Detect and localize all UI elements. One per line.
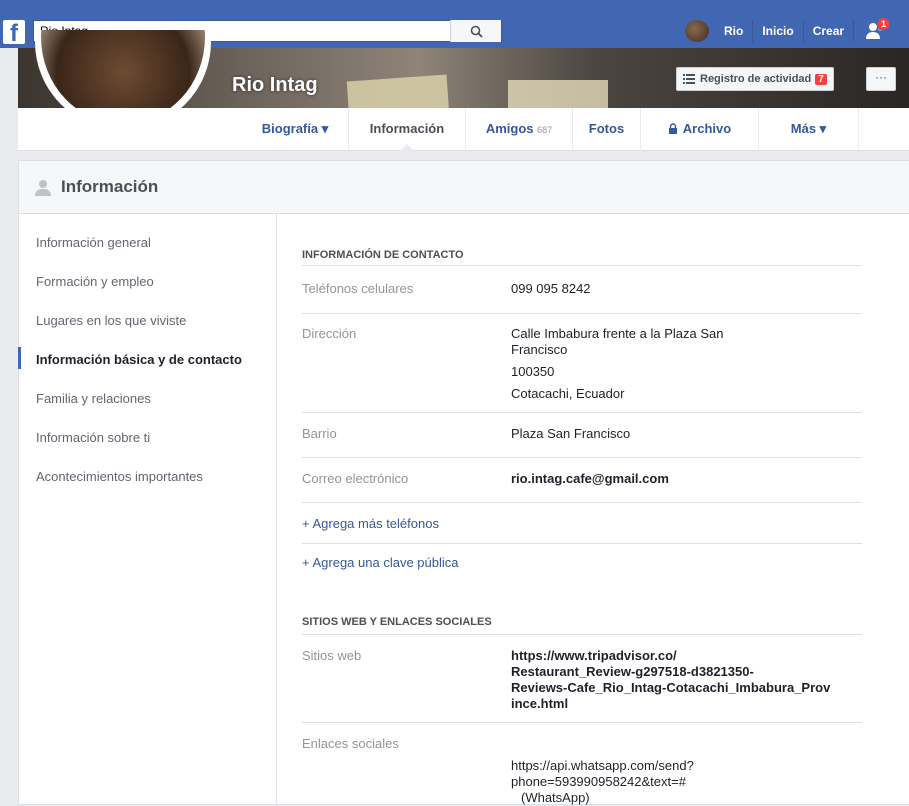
home-link[interactable]: Inicio <box>753 20 804 42</box>
social-link-line1[interactable]: https://api.whatsapp.com/send? <box>511 757 694 774</box>
social-links-label: Enlaces sociales <box>302 736 399 751</box>
active-marker <box>18 347 21 369</box>
page-title[interactable]: Rio Intag <box>232 74 318 97</box>
about-title: Información <box>61 177 159 196</box>
tab-timeline[interactable]: Biografía ▾ <box>242 108 349 150</box>
sidebar-item-contact[interactable]: Información básica y de contacto <box>36 352 242 367</box>
tab-archive[interactable]: Archivo <box>641 108 759 150</box>
user-avatar[interactable] <box>685 20 709 42</box>
create-link[interactable]: Crear <box>804 20 855 42</box>
facebook-logo-icon[interactable]: f <box>3 20 25 44</box>
social-link-line2[interactable]: phone=593990958242&text=# <box>511 773 686 790</box>
email-label: Correo electrónico <box>302 471 409 486</box>
notification-badge: 1 <box>877 17 891 31</box>
address-line1: Calle Imbabura frente a la Plaza San <box>511 326 724 341</box>
neighborhood-value: Plaza San Francisco <box>511 426 631 441</box>
tab-label: Amigos <box>485 121 534 136</box>
add-public-key-link[interactable]: + Agrega una clave pública <box>302 555 458 570</box>
social-link-type: (WhatsApp) <box>521 790 590 805</box>
activity-count-badge: 7 <box>815 73 827 85</box>
divider <box>302 502 862 503</box>
sidebar-item-overview[interactable]: Información general <box>36 235 151 250</box>
divider <box>302 722 862 723</box>
about-header: Información <box>19 161 909 214</box>
search-icon <box>470 25 483 38</box>
email-value[interactable]: rio.intag.cafe@gmail.com <box>511 470 669 487</box>
divider <box>302 543 862 544</box>
tab-label: Archivo <box>682 121 732 136</box>
tab-label: Información <box>369 121 445 136</box>
web-section-title: SITIOS WEB Y ENLACES SOCIALES <box>302 616 492 628</box>
person-icon <box>35 179 51 196</box>
phones-label: Teléfonos celulares <box>302 281 414 296</box>
tab-about[interactable]: Información <box>349 108 466 151</box>
city-value: Cotacachi, Ecuador <box>511 386 625 401</box>
tab-label: Biografía ▾ <box>261 121 329 136</box>
address-line2: Francisco <box>511 342 568 357</box>
activity-log-button[interactable]: Registro de actividad 7 <box>676 67 834 91</box>
sidebar-item-family[interactable]: Familia y relaciones <box>36 391 151 406</box>
list-icon <box>683 74 695 84</box>
divider <box>302 265 862 266</box>
tab-label: Más ▾ <box>790 121 827 136</box>
postal-code: 100350 <box>511 364 555 379</box>
websites-label: Sitios web <box>302 648 362 663</box>
contact-section-title: INFORMACIÓN DE CONTACTO <box>302 249 464 261</box>
sidebar-item-details[interactable]: Información sobre ti <box>36 430 150 445</box>
address-label: Dirección <box>302 326 357 341</box>
top-nav: Rio Inicio Crear 1 <box>685 17 891 42</box>
sidebar-item-life-events[interactable]: Acontecimientos importantes <box>36 469 203 484</box>
phone-value: 099 095 8242 <box>511 281 591 296</box>
divider <box>302 634 862 635</box>
about-panel: Información Información general Formació… <box>18 160 909 805</box>
tab-friends[interactable]: Amigos 687 <box>466 108 573 150</box>
activity-log-label: Registro de actividad <box>700 73 812 85</box>
cover-sign <box>508 80 608 108</box>
about-sidebar: Información general Formación y empleo L… <box>18 214 277 804</box>
tab-label: Fotos <box>588 121 625 136</box>
profile-tabs: Biografía ▾ Información Amigos 687 Fotos… <box>18 108 909 151</box>
neighborhood-label: Barrio <box>302 426 337 441</box>
sidebar-item-education[interactable]: Formación y empleo <box>36 274 154 289</box>
tab-more[interactable]: Más ▾ <box>759 108 859 150</box>
more-options-button[interactable]: ··· <box>866 67 896 91</box>
divider <box>302 457 862 458</box>
friend-requests-icon[interactable]: 1 <box>864 17 891 42</box>
profile-link[interactable]: Rio <box>715 20 754 42</box>
website-line4[interactable]: ince.html <box>511 695 568 712</box>
website-line1[interactable]: https://www.tripadvisor.co/ <box>511 647 677 664</box>
divider <box>302 412 862 413</box>
tab-photos[interactable]: Fotos <box>573 108 641 150</box>
divider <box>302 313 862 314</box>
sidebar-item-places[interactable]: Lugares en los que viviste <box>36 313 186 328</box>
website-line2[interactable]: Restaurant_Review-g297518-d3821350- <box>511 663 754 680</box>
cover-sign <box>346 74 450 108</box>
friends-count: 687 <box>537 125 553 135</box>
search-button[interactable] <box>450 20 501 42</box>
lock-icon <box>668 123 677 134</box>
website-line3[interactable]: Reviews-Cafe_Rio_Intag-Cotacachi_Imbabur… <box>511 679 830 696</box>
add-phones-link[interactable]: + Agrega más teléfonos <box>302 516 439 531</box>
